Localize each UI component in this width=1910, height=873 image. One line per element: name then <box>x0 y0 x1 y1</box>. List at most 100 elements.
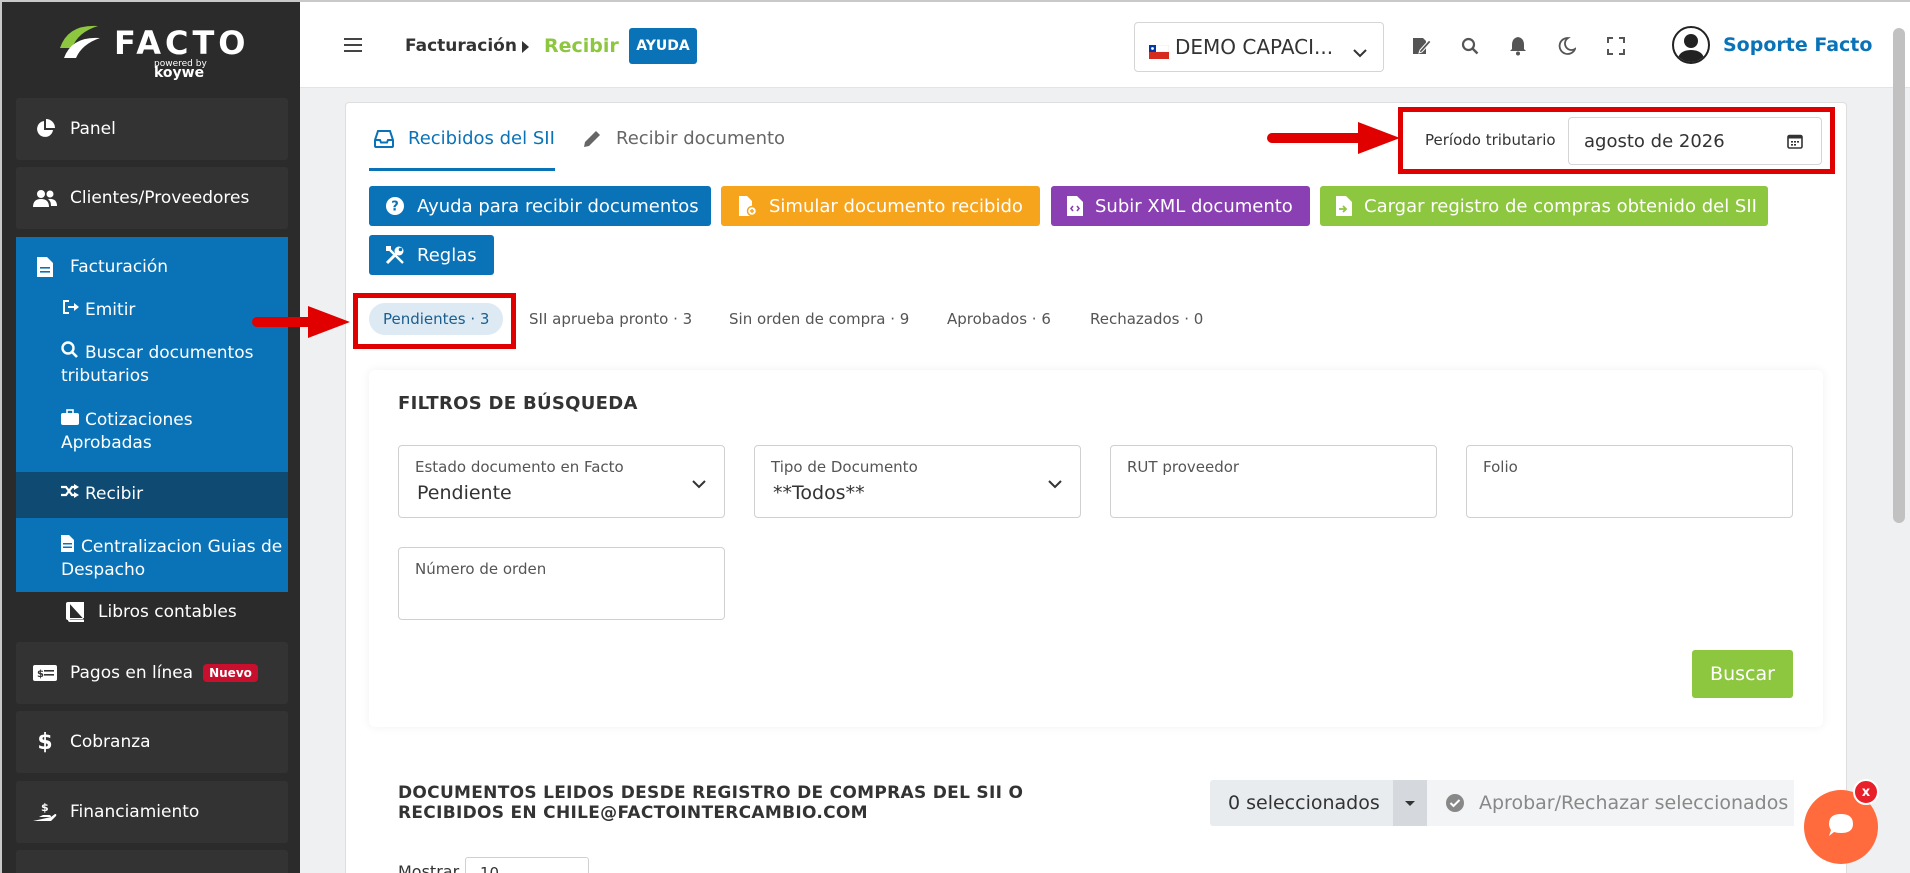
new-badge: Nuevo <box>203 664 258 682</box>
logo-powered-by: powered by koywe <box>154 60 254 81</box>
ayuda-recibir-button[interactable]: ? Ayuda para recibir documentos <box>369 186 711 226</box>
hand-holding-dollar-icon: $ <box>32 801 58 822</box>
breadcrumb-parent[interactable]: Facturación <box>405 36 517 56</box>
user-name[interactable]: Soporte Facto <box>1723 34 1872 56</box>
sidebar-item-panel[interactable]: Panel <box>16 98 288 160</box>
avatar[interactable] <box>1672 26 1710 64</box>
sidebar-item-recibir[interactable]: Recibir <box>16 472 288 518</box>
tab-label: Recibir documento <box>616 128 786 149</box>
chat-close-button[interactable]: x <box>1853 779 1879 805</box>
svg-text:?: ? <box>391 200 399 215</box>
page-scrollbar[interactable] <box>1893 28 1905 523</box>
sidebar-item-centralizacion[interactable]: Centralizacion Guias de Despacho <box>16 531 288 583</box>
book-icon <box>66 602 86 622</box>
field-label: Tipo de Documento <box>771 458 918 476</box>
question-circle-icon: ? <box>385 196 405 216</box>
sidebar-item-pagos[interactable]: $ Pagos en línea Nuevo <box>16 642 288 704</box>
filter-pill-aprobados[interactable]: Aprobados · 6 <box>947 310 1051 328</box>
page-size-select[interactable]: 10 <box>465 857 589 873</box>
active-tab-indicator <box>369 168 555 171</box>
tab-recibir-documento[interactable]: Recibir documento <box>582 128 785 149</box>
sign-document-icon[interactable] <box>1410 34 1434 58</box>
annotation-arrow-periodo <box>1267 122 1400 154</box>
sidebar-item-label: Panel <box>70 119 116 139</box>
simular-documento-button[interactable]: Simular documento recibido <box>721 186 1040 226</box>
hamburger-menu-icon[interactable] <box>344 38 362 52</box>
numero-orden-field[interactable]: Número de orden <box>398 547 725 620</box>
search-icon[interactable] <box>1458 34 1482 58</box>
sidebar-item-emitir[interactable]: Emitir <box>16 295 288 327</box>
periodo-tributario-label: Período tributario <box>1425 131 1556 149</box>
chat-bubble-icon <box>1826 811 1856 843</box>
sidebar-item-clientes[interactable]: Clientes/Proveedores <box>16 167 288 229</box>
reglas-button[interactable]: Reglas <box>369 235 494 275</box>
sidebar-item-label: Pagos en línea <box>70 663 194 683</box>
file-upload-icon <box>1336 196 1352 216</box>
rut-proveedor-field[interactable]: RUT proveedor <box>1110 445 1437 518</box>
file-code-icon <box>1067 196 1083 216</box>
money-bill-icon: $ <box>32 663 58 683</box>
field-label: Folio <box>1483 458 1518 476</box>
filter-pill-pendientes[interactable]: Pendientes · 3 <box>369 303 504 335</box>
periodo-tributario-input[interactable]: agosto de 2026 <box>1568 117 1822 165</box>
chile-flag-icon <box>1148 40 1170 59</box>
sidebar-item-facturacion[interactable]: Facturación <box>32 257 168 277</box>
sidebar-item-label: Libros contables <box>98 602 237 622</box>
buscar-button[interactable]: Buscar <box>1692 650 1793 698</box>
file-icon <box>32 257 58 277</box>
tipo-documento-select[interactable]: Tipo de Documento **Todos** <box>754 445 1081 518</box>
sidebar: FACTO powered by koywe Panel Clientes/Pr… <box>0 0 300 873</box>
sidebar-item-next[interactable] <box>16 850 288 873</box>
button-label: Aprobar/Rechazar seleccionados <box>1479 792 1789 814</box>
filter-pill-rechazados[interactable]: Rechazados · 0 <box>1090 310 1203 328</box>
sidebar-item-buscar-documentos[interactable]: Buscar documentos tributarios <box>16 341 288 389</box>
document-icon <box>61 535 79 559</box>
file-import-icon <box>737 196 757 216</box>
mostrar-label: Mostrar <box>398 862 460 873</box>
field-value: Pendiente <box>417 482 512 504</box>
tab-recibidos-sii[interactable]: Recibidos del SII <box>374 128 555 149</box>
facto-logo[interactable]: FACTO powered by koywe <box>54 16 254 81</box>
users-icon <box>32 188 58 208</box>
button-label: Reglas <box>417 244 477 266</box>
tools-icon <box>385 245 405 265</box>
sidebar-sub-label: Recibir <box>85 484 144 504</box>
help-button[interactable]: AYUDA <box>629 28 697 64</box>
sidebar-sub-label: Buscar documentos tributarios <box>61 343 254 386</box>
selected-count-button[interactable]: 0 seleccionados <box>1210 780 1393 826</box>
bell-icon[interactable] <box>1506 34 1530 58</box>
cargar-registro-compras-button[interactable]: Cargar registro de compras obtenido del … <box>1320 186 1768 226</box>
pie-chart-icon <box>32 119 58 139</box>
search-icon <box>61 341 83 365</box>
sidebar-item-cotizaciones[interactable]: Cotizaciones Aprobadas <box>16 409 288 457</box>
logo-text: FACTO <box>114 24 250 62</box>
breadcrumb-current: Recibir <box>544 35 619 57</box>
sidebar-sub-label: Emitir <box>85 300 136 320</box>
svg-text:$: $ <box>37 669 44 680</box>
button-label: Simular documento recibido <box>769 195 1023 217</box>
aprobar-rechazar-button[interactable]: Aprobar/Rechazar seleccionados <box>1427 780 1794 826</box>
company-selector[interactable]: DEMO CAPACI... <box>1134 22 1384 72</box>
sidebar-group-facturacion: Facturación Emitir Buscar documentos tri… <box>16 237 288 610</box>
check-circle-icon <box>1445 793 1465 813</box>
filter-pill-sii-aprueba[interactable]: SII aprueba pronto · 3 <box>529 310 692 328</box>
dollar-icon: $ <box>37 729 53 755</box>
subir-xml-button[interactable]: Subir XML documento <box>1051 186 1310 226</box>
sidebar-item-libros-contables[interactable]: Libros contables <box>16 592 288 632</box>
button-label: Cargar registro de compras obtenido del … <box>1364 195 1757 217</box>
briefcase-icon <box>61 409 83 432</box>
filter-pill-sin-orden[interactable]: Sin orden de compra · 9 <box>729 310 909 328</box>
sidebar-item-cobranza[interactable]: $ Cobranza <box>16 711 288 773</box>
estado-documento-select[interactable]: Estado documento en Facto Pendiente <box>398 445 725 518</box>
sidebar-item-financiamiento[interactable]: $ Financiamiento <box>16 781 288 843</box>
sign-out-icon <box>61 299 83 322</box>
folio-field[interactable]: Folio <box>1466 445 1793 518</box>
moon-icon[interactable] <box>1555 34 1579 58</box>
selection-dropdown-toggle[interactable] <box>1393 780 1427 826</box>
fullscreen-icon[interactable] <box>1604 34 1628 58</box>
sidebar-item-label: Financiamiento <box>70 802 200 822</box>
sidebar-item-label: Cobranza <box>70 732 151 752</box>
annotation-arrow-pendientes <box>252 306 350 338</box>
company-name: DEMO CAPACI... <box>1175 35 1334 59</box>
sidebar-item-label: Facturación <box>70 257 169 277</box>
